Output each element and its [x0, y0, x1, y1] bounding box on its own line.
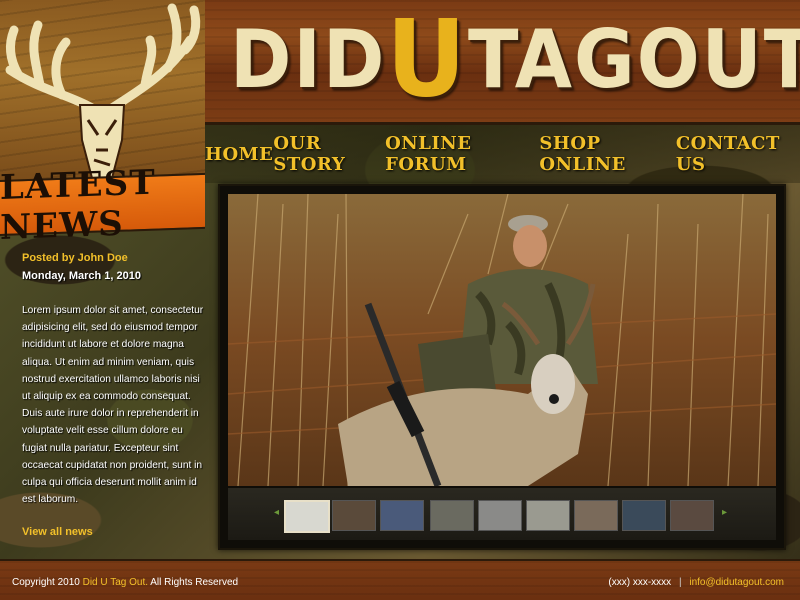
hunter-with-deer-image [228, 194, 776, 486]
rights-text: All Rights Reserved [150, 577, 239, 588]
thumbnail[interactable] [526, 500, 570, 531]
title-word-out: OUT [636, 13, 800, 106]
nav-shop-online[interactable]: SHOP ONLINE [539, 133, 675, 175]
thumbnail[interactable] [574, 500, 618, 531]
nav-home[interactable]: HOME [205, 144, 273, 165]
deer-skull-logo-icon[interactable] [0, 0, 205, 182]
phone-number: (xxx) xxx-xxxx [608, 577, 672, 588]
news-author: Posted by John Doe [22, 252, 128, 264]
thumbnail[interactable] [622, 500, 666, 531]
main-nav: HOME OUR STORY ONLINE FORUM SHOP ONLINE … [205, 125, 800, 183]
thumbnail[interactable] [332, 500, 376, 531]
nav-online-forum[interactable]: ONLINE FORUM [385, 133, 539, 175]
email-link[interactable]: info@didutagout.com [689, 577, 784, 588]
title-word-u: U [386, 0, 468, 122]
photo-gallery: ◂ ▸ [218, 184, 786, 550]
prev-arrow-icon[interactable]: ◂ [274, 506, 282, 520]
latest-news-banner: LATEST NEWS [0, 163, 205, 248]
footer: Copyright 2010 Did U Tag Out. All Rights… [0, 559, 800, 600]
title-word-did: DID [230, 13, 387, 106]
thumbnail[interactable] [284, 500, 330, 533]
title-word-tag: TAG [467, 13, 637, 106]
thumbnail[interactable] [430, 500, 474, 531]
thumbnail[interactable] [380, 500, 424, 531]
main-photo[interactable] [228, 194, 776, 486]
separator: | [678, 577, 682, 588]
copyright: Copyright 2010 Did U Tag Out. All Rights… [12, 577, 238, 588]
latest-news-section: Posted by John Doe Monday, March 1, 2010… [0, 236, 210, 556]
page: LATEST NEWS DID U TAG OUT HOME OUR STORY… [0, 0, 800, 600]
next-arrow-icon[interactable]: ▸ [722, 506, 730, 520]
thumbnail-strip: ◂ ▸ [228, 488, 776, 540]
copyright-prefix: Copyright 2010 [12, 577, 80, 588]
contact-info: (xxx) xxx-xxxx | info@didutagout.com [608, 577, 784, 588]
site-title[interactable]: DID U TAG OUT [230, 0, 800, 122]
thumbnail[interactable] [670, 500, 714, 531]
news-body: Lorem ipsum dolor sit amet, consectetur … [22, 305, 204, 506]
news-date: Monday, March 1, 2010 [22, 270, 142, 282]
logo-panel [0, 0, 205, 182]
nav-contact-us[interactable]: CONTACT US [676, 133, 800, 175]
thumbnail[interactable] [478, 500, 522, 531]
nav-our-story[interactable]: OUR STORY [273, 133, 385, 175]
site-name-link[interactable]: Did U Tag Out. [83, 577, 148, 588]
view-all-news-link[interactable]: View all news [22, 526, 93, 538]
header: DID U TAG OUT [205, 0, 800, 125]
